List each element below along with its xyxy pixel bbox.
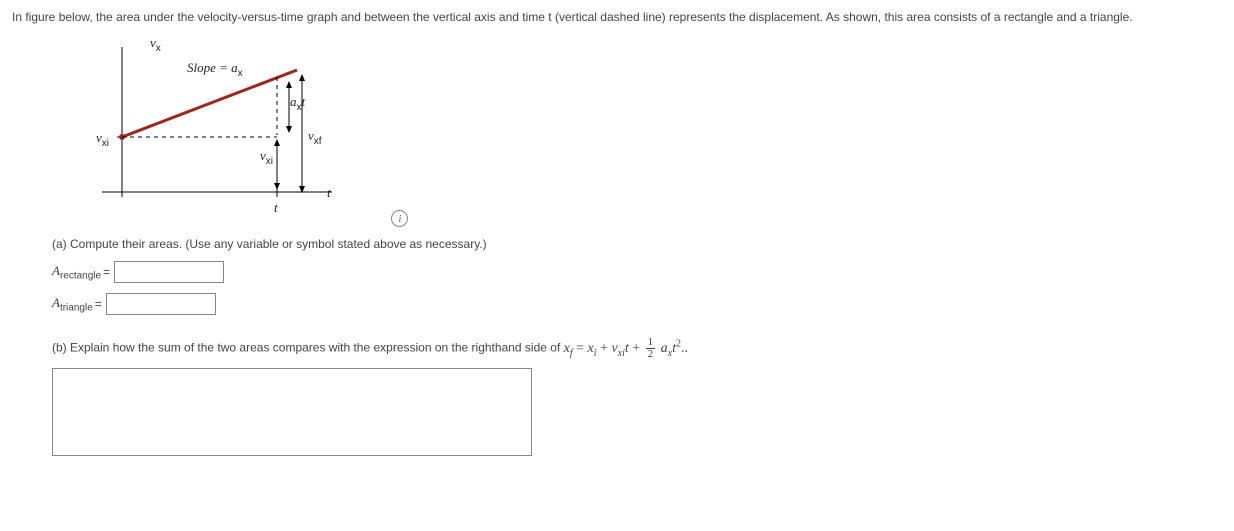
triangle-area-row: Atriangle = [52, 293, 1222, 315]
intro-text: In figure below, the area under the velo… [12, 8, 1222, 26]
part-a-prompt: (a) Compute their areas. (Use any variab… [52, 237, 1222, 251]
triangle-area-input[interactable] [106, 293, 216, 315]
rectangle-area-row: Arectangle = [52, 261, 1222, 283]
velocity-time-graph: vx t Slope = ax vxi axt vxf vxi t [72, 32, 382, 222]
part-b-textarea[interactable] [52, 368, 532, 456]
triangle-label: Atriangle [52, 295, 93, 314]
svg-text:vxi: vxi [96, 130, 109, 149]
equals-sign: = [95, 297, 102, 311]
kinematic-equation: xf = xi + vxit + 12 axt2.. [564, 341, 688, 356]
part-a: (a) Compute their areas. (Use any variab… [52, 237, 1222, 315]
rectangle-label: Arectangle [52, 263, 101, 282]
figure-container: vx t Slope = ax vxi axt vxf vxi t i [12, 32, 1222, 227]
svg-text:vxi: vxi [260, 148, 273, 167]
info-icon[interactable]: i [391, 210, 408, 227]
svg-text:t: t [274, 200, 278, 215]
svg-text:vx: vx [150, 35, 161, 54]
rectangle-area-input[interactable] [114, 261, 224, 283]
svg-text:Slope = ax: Slope = ax [187, 60, 243, 79]
svg-text:t: t [327, 185, 331, 200]
part-b-prompt: (b) Explain how the sum of the two areas… [52, 337, 1222, 360]
svg-text:axt: axt [290, 94, 306, 113]
equals-sign: = [103, 265, 110, 279]
part-b: (b) Explain how the sum of the two areas… [52, 337, 1222, 456]
svg-text:vxf: vxf [308, 128, 322, 147]
